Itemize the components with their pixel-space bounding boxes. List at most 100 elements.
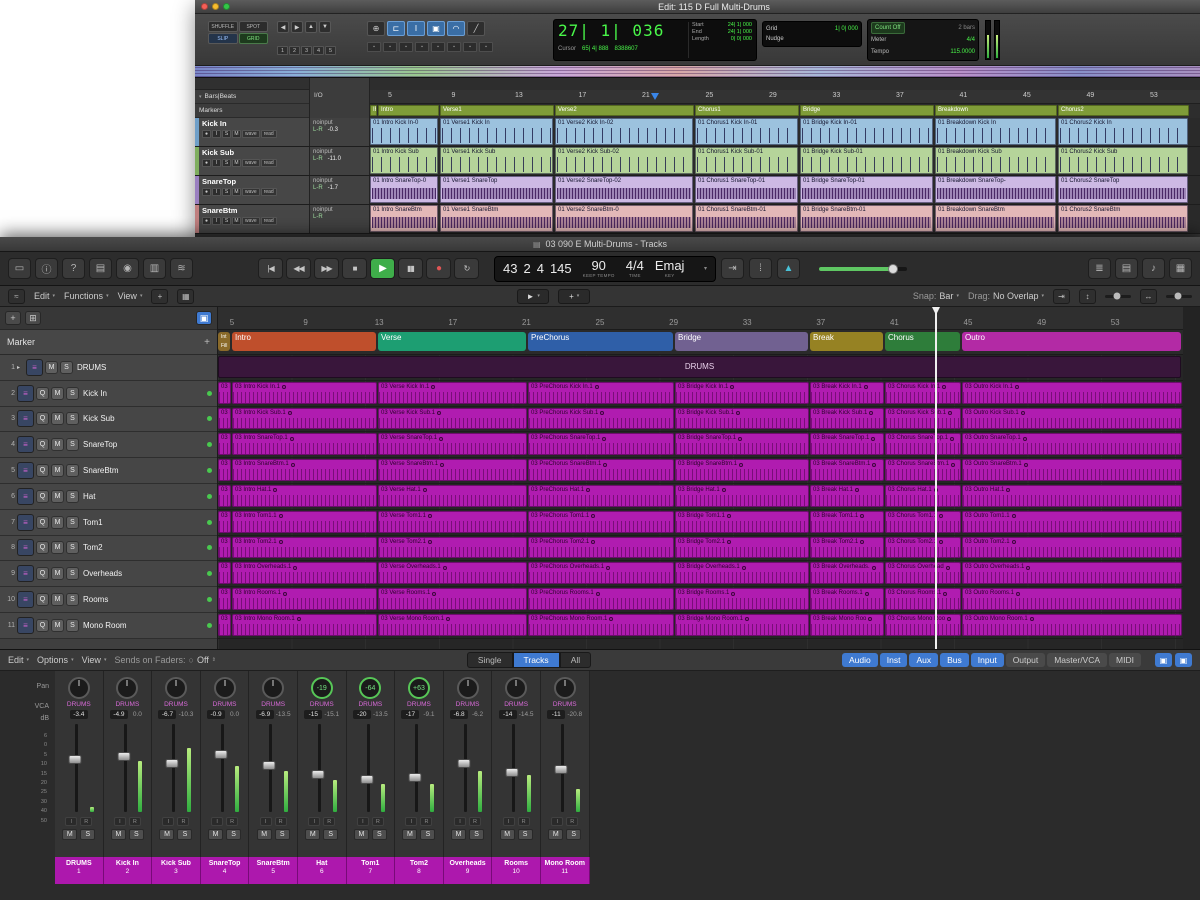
audio-region[interactable]: 01 Verse1 SnareBtm xyxy=(440,205,553,232)
quantize-button[interactable]: Q xyxy=(36,516,49,529)
bars-ruler[interactable]: 591317212529333741454953 xyxy=(218,307,1183,330)
audio-region[interactable]: 01 Chorus1 Kick Sub-01 xyxy=(695,147,798,174)
arrangement-marker-break[interactable]: Break xyxy=(810,332,883,351)
editors-icon[interactable]: ≋ xyxy=(170,258,193,279)
track-button-m[interactable]: M xyxy=(232,188,241,196)
toolbar-button[interactable]: ▪ xyxy=(447,42,461,52)
record-enable-button[interactable]: R xyxy=(226,817,238,826)
strip-name-plate[interactable]: Rooms10 xyxy=(492,857,541,884)
region[interactable]: 03 Break SnareBtm.1 xyxy=(810,459,884,481)
pan-knob[interactable]: +63 xyxy=(408,677,430,699)
region[interactable]: 03 Chorus SnareTop.1 xyxy=(885,433,961,455)
region[interactable]: 03 Intro Hat.1 xyxy=(232,485,377,507)
marker-lane-header[interactable]: Marker + xyxy=(0,330,217,355)
solo-button[interactable]: S xyxy=(469,829,484,840)
region[interactable]: 03 Intro Tom1.1 xyxy=(232,511,377,533)
fader-handle[interactable] xyxy=(360,775,373,784)
region[interactable]: 03 Bridge Mono Room.1 xyxy=(675,614,809,636)
audio-region[interactable]: 01 Chorus2 Kick In xyxy=(1058,118,1188,145)
audio-region[interactable]: 01 Intro SnareTop-0 xyxy=(370,176,438,203)
edit-menu[interactable]: Edit▾ xyxy=(34,291,55,301)
arrangement-marker-prechorus[interactable]: PreChorus xyxy=(528,332,673,351)
audio-region[interactable]: 01 Verse2 SnareBtm-0 xyxy=(555,205,693,232)
arrangement-marker-bridge[interactable]: Bridge xyxy=(675,332,808,351)
audio-region[interactable]: 01 Chorus1 SnareTop-01 xyxy=(695,176,798,203)
strip-name-plate[interactable]: Tom28 xyxy=(395,857,444,884)
region[interactable]: 03 Chorus Overhead xyxy=(885,562,961,584)
waveform-hzoom-icon[interactable]: ↔ xyxy=(1140,289,1157,304)
fader-handle[interactable] xyxy=(554,765,567,774)
region[interactable]: 03 Bridge SnareBtm.1 xyxy=(675,459,809,481)
track-view-read[interactable]: read xyxy=(261,217,277,225)
region[interactable]: 03 I xyxy=(218,614,231,636)
record-enable-button[interactable]: R xyxy=(323,817,335,826)
track-header-kick-sub[interactable]: 3≡QMSKick Sub xyxy=(0,407,217,433)
sends-on-faders[interactable]: Sends on Faders: ○ Off⇕ xyxy=(114,655,216,665)
solo-button[interactable]: S xyxy=(66,464,79,477)
marker-breakdown[interactable]: Breakdown xyxy=(935,105,1057,116)
zoom-out-icon[interactable]: ◀ xyxy=(277,21,289,33)
audio-region[interactable]: 01 Verse2 Kick Sub-02 xyxy=(555,147,693,174)
apple-loops-icon[interactable]: ♪ xyxy=(1142,258,1165,279)
region[interactable]: 03 Chorus Hat.1 xyxy=(885,485,961,507)
end-value[interactable]: 24| 1| 000 xyxy=(728,29,752,36)
region[interactable]: 03 Outro Tom1.1 xyxy=(962,511,1182,533)
tempo-value[interactable]: 115.0000 xyxy=(950,46,975,58)
region[interactable]: 03 Outro Rooms.1 xyxy=(962,588,1182,610)
cycle-icon[interactable]: ↻ xyxy=(454,258,479,279)
track-header-tom2[interactable]: 8≡QMSTom2 xyxy=(0,536,217,562)
left-click-tool-menu[interactable]: ►▾ xyxy=(517,289,549,304)
strip-name-plate[interactable]: Mono Room11 xyxy=(541,857,590,884)
solo-button[interactable]: S xyxy=(226,829,241,840)
region[interactable]: 03 PreChorus SnareTop.1 xyxy=(528,433,674,455)
audio-region[interactable]: 01 Breakdown Kick Sub xyxy=(935,147,1056,174)
fader-handle[interactable] xyxy=(506,768,519,777)
fader-handle[interactable] xyxy=(263,761,276,770)
arrangement-marker-int-fill[interactable]: Int Fill xyxy=(218,332,230,351)
output-assignment[interactable]: L-R xyxy=(313,214,323,220)
mode-spot-button[interactable]: SPOT xyxy=(239,21,269,32)
region[interactable]: 03 I xyxy=(218,408,231,430)
sends-power-icon[interactable]: ○ xyxy=(189,655,194,665)
library-icon[interactable]: ▭ xyxy=(8,258,31,279)
input-monitor-button[interactable]: I xyxy=(503,817,515,826)
markers-ruler-label[interactable]: Markers xyxy=(195,104,309,118)
track-header-tom1[interactable]: 7≡QMSTom1 xyxy=(0,510,217,536)
record-enable-button[interactable]: R xyxy=(566,817,578,826)
autopunch-icon[interactable]: ⇥ xyxy=(721,258,744,279)
track-button-s[interactable]: S xyxy=(222,188,231,196)
input-monitor-button[interactable]: I xyxy=(114,817,126,826)
mute-button[interactable]: M xyxy=(548,829,563,840)
audio-region[interactable]: 01 Verse1 Kick In xyxy=(440,118,553,145)
scrubber-tool-icon[interactable]: ◠ xyxy=(447,21,465,36)
region[interactable]: 03 Chorus Tom2.1 xyxy=(885,537,961,559)
track-header-overheads[interactable]: 9≡QMSOverheads xyxy=(0,561,217,587)
mixer-expand-icon[interactable]: ▣ xyxy=(1175,653,1192,667)
toolbar-icon[interactable]: ▤ xyxy=(89,258,112,279)
zoom-preset-4[interactable]: 4 xyxy=(313,46,324,55)
input-monitor-button[interactable]: I xyxy=(357,817,369,826)
input-assignment[interactable]: noinput xyxy=(313,120,366,126)
input-monitor-button[interactable]: I xyxy=(454,817,466,826)
region[interactable]: 03 Intro Rooms.1 xyxy=(232,588,377,610)
input-assignment[interactable]: noinput xyxy=(313,207,366,213)
note-pads-icon[interactable]: ▤ xyxy=(1115,258,1138,279)
add-track-button[interactable]: + xyxy=(5,311,21,325)
region[interactable]: 03 Outro Tom2.1 xyxy=(962,537,1182,559)
add-marker-icon[interactable]: + xyxy=(204,337,210,348)
region[interactable]: 03 Verse Kick In.1 xyxy=(378,382,527,404)
audio-region[interactable]: 01 Intro Kick Sub xyxy=(370,147,438,174)
toolbar-button[interactable]: ▪ xyxy=(431,42,445,52)
track-button-rec[interactable]: ● xyxy=(202,217,211,225)
filter-output[interactable]: Output xyxy=(1006,653,1046,667)
view-segment-tracks[interactable]: Tracks xyxy=(513,652,560,668)
region[interactable]: 03 Break Tom2.1 xyxy=(810,537,884,559)
region[interactable]: 03 Outro SnareTop.1 xyxy=(962,433,1182,455)
mixer-edit-menu[interactable]: Edit▾ xyxy=(8,655,29,665)
solo-button[interactable]: S xyxy=(80,829,95,840)
solo-button[interactable]: S xyxy=(66,516,79,529)
strip-name-plate[interactable]: Tom17 xyxy=(347,857,396,884)
region[interactable]: 03 Bridge Kick In.1 xyxy=(675,382,809,404)
region[interactable]: 03 Verse Mono Room.1 xyxy=(378,614,527,636)
solo-button[interactable]: S xyxy=(66,567,79,580)
